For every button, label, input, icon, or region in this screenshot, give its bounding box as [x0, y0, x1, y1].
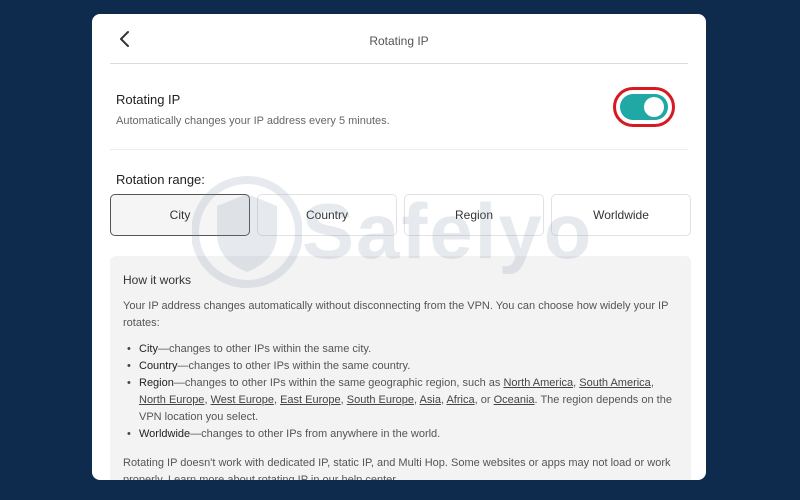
range-option-country[interactable]: Country	[257, 194, 397, 236]
info-title: How it works	[123, 273, 192, 287]
bullet-text: —changes to other IPs within the same ci…	[157, 343, 372, 355]
bullet-text: or	[480, 394, 494, 406]
bullet-term: Country	[139, 360, 178, 372]
region-link[interactable]: South Europe	[347, 394, 414, 406]
page-title: Rotating IP	[369, 34, 429, 48]
bullet-term: Worldwide	[139, 428, 191, 440]
bullet-text: —changes to other IPs from anywhere in t…	[190, 428, 441, 440]
region-link[interactable]: Africa	[446, 394, 474, 406]
rotating-ip-toggle[interactable]	[620, 94, 668, 120]
how-it-works-box: How it works Your IP address changes aut…	[110, 256, 691, 480]
rotation-range-label: Rotation range:	[116, 172, 205, 187]
bullet-city: City—changes to other IPs within the sam…	[123, 341, 679, 358]
range-option-city[interactable]: City	[110, 194, 250, 236]
rotating-ip-setting: Rotating IP Automatically changes your I…	[110, 64, 688, 150]
region-link[interactable]: Oceania	[494, 394, 535, 406]
bullet-text: —changes to other IPs within the same co…	[177, 360, 411, 372]
rotation-bullets: City—changes to other IPs within the sam…	[123, 341, 679, 443]
setting-title: Rotating IP	[116, 92, 181, 107]
range-option-worldwide[interactable]: Worldwide	[551, 194, 691, 236]
region-link[interactable]: South America	[579, 377, 651, 389]
bullet-term: Region	[139, 377, 174, 389]
region-link[interactable]: North America	[503, 377, 573, 389]
bullet-text: —changes to other IPs within the same ge…	[173, 377, 504, 389]
region-link[interactable]: North Europe	[139, 394, 204, 406]
setting-description: Automatically changes your IP address ev…	[116, 115, 390, 127]
bullet-region: Region—changes to other IPs within the s…	[123, 375, 679, 426]
bullet-worldwide: Worldwide—changes to other IPs from anyw…	[123, 426, 679, 443]
info-footer: Rotating IP doesn't work with dedicated …	[123, 457, 671, 480]
toggle-knob	[644, 97, 664, 117]
rotation-range-options: City Country Region Worldwide	[110, 194, 691, 236]
region-link[interactable]: Asia	[420, 394, 441, 406]
top-bar: Rotating IP	[110, 14, 688, 64]
toggle-highlight-outline	[613, 87, 675, 127]
range-option-region[interactable]: Region	[404, 194, 544, 236]
info-intro: Your IP address changes automatically wi…	[123, 300, 669, 329]
rotating-ip-panel: Rotating IP Rotating IP Automatically ch…	[92, 14, 706, 480]
bullet-country: Country—changes to other IPs within the …	[123, 358, 679, 375]
bullet-term: City	[139, 343, 158, 355]
region-link[interactable]: West Europe	[211, 394, 274, 406]
region-link[interactable]: East Europe	[280, 394, 341, 406]
